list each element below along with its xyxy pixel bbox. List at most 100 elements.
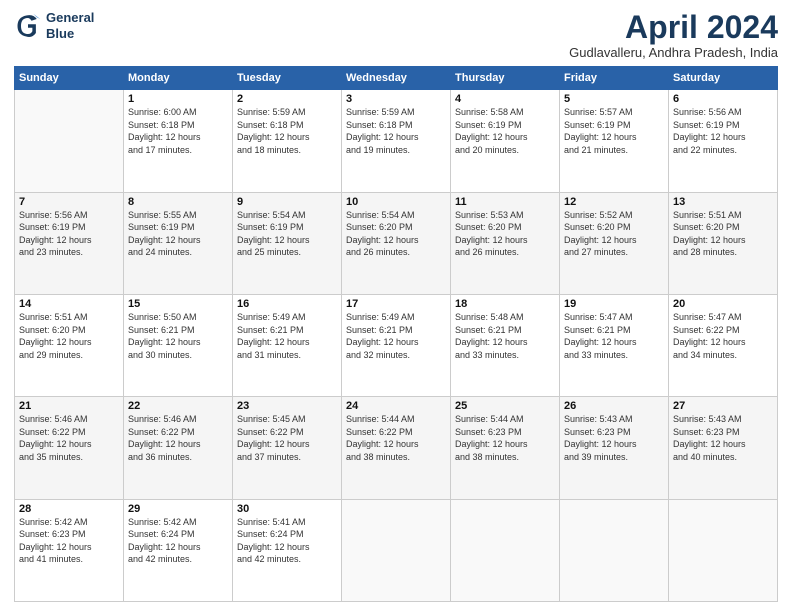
cell-info: Daylight: 12 hours bbox=[19, 438, 119, 451]
header-wednesday: Wednesday bbox=[342, 67, 451, 90]
table-row: 13Sunrise: 5:51 AMSunset: 6:20 PMDayligh… bbox=[669, 192, 778, 294]
cell-info: and 17 minutes. bbox=[128, 144, 228, 157]
cell-info: Sunrise: 5:47 AM bbox=[564, 311, 664, 324]
cell-info: Sunrise: 5:43 AM bbox=[564, 413, 664, 426]
header: GeneralBlue April 2024 Gudlavalleru, And… bbox=[14, 10, 778, 60]
cell-info: Daylight: 12 hours bbox=[673, 336, 773, 349]
cell-info: Sunset: 6:23 PM bbox=[673, 426, 773, 439]
calendar-week-row: 7Sunrise: 5:56 AMSunset: 6:19 PMDaylight… bbox=[15, 192, 778, 294]
day-number: 19 bbox=[564, 298, 664, 310]
cell-info: and 28 minutes. bbox=[673, 246, 773, 259]
cell-info: and 19 minutes. bbox=[346, 144, 446, 157]
table-row: 22Sunrise: 5:46 AMSunset: 6:22 PMDayligh… bbox=[124, 397, 233, 499]
cell-info: Daylight: 12 hours bbox=[128, 336, 228, 349]
table-row: 7Sunrise: 5:56 AMSunset: 6:19 PMDaylight… bbox=[15, 192, 124, 294]
table-row: 30Sunrise: 5:41 AMSunset: 6:24 PMDayligh… bbox=[233, 499, 342, 601]
table-row: 12Sunrise: 5:52 AMSunset: 6:20 PMDayligh… bbox=[560, 192, 669, 294]
cell-info: and 26 minutes. bbox=[455, 246, 555, 259]
cell-info: Sunset: 6:23 PM bbox=[19, 528, 119, 541]
cell-info: Daylight: 12 hours bbox=[564, 336, 664, 349]
cell-info: and 34 minutes. bbox=[673, 349, 773, 362]
cell-info: Sunrise: 5:53 AM bbox=[455, 209, 555, 222]
cell-info: Daylight: 12 hours bbox=[237, 541, 337, 554]
table-row: 17Sunrise: 5:49 AMSunset: 6:21 PMDayligh… bbox=[342, 294, 451, 396]
cell-info: Sunset: 6:22 PM bbox=[346, 426, 446, 439]
table-row: 27Sunrise: 5:43 AMSunset: 6:23 PMDayligh… bbox=[669, 397, 778, 499]
cell-info: and 27 minutes. bbox=[564, 246, 664, 259]
day-number: 22 bbox=[128, 400, 228, 412]
cell-info: Sunset: 6:21 PM bbox=[455, 324, 555, 337]
header-sunday: Sunday bbox=[15, 67, 124, 90]
cell-info: Sunset: 6:24 PM bbox=[237, 528, 337, 541]
cell-info: and 18 minutes. bbox=[237, 144, 337, 157]
cell-info: and 23 minutes. bbox=[19, 246, 119, 259]
day-number: 17 bbox=[346, 298, 446, 310]
cell-info: Daylight: 12 hours bbox=[19, 234, 119, 247]
table-row: 11Sunrise: 5:53 AMSunset: 6:20 PMDayligh… bbox=[451, 192, 560, 294]
cell-info: Sunrise: 5:43 AM bbox=[673, 413, 773, 426]
cell-info: Sunset: 6:19 PM bbox=[19, 221, 119, 234]
cell-info: Sunrise: 5:54 AM bbox=[237, 209, 337, 222]
cell-info: Sunset: 6:21 PM bbox=[564, 324, 664, 337]
cell-info: and 41 minutes. bbox=[19, 553, 119, 566]
day-number: 25 bbox=[455, 400, 555, 412]
cell-info: Daylight: 12 hours bbox=[564, 438, 664, 451]
day-number: 29 bbox=[128, 503, 228, 515]
day-number: 1 bbox=[128, 93, 228, 105]
table-row: 8Sunrise: 5:55 AMSunset: 6:19 PMDaylight… bbox=[124, 192, 233, 294]
cell-info: Sunset: 6:23 PM bbox=[564, 426, 664, 439]
day-number: 6 bbox=[673, 93, 773, 105]
location: Gudlavalleru, Andhra Pradesh, India bbox=[569, 45, 778, 60]
cell-info: Sunrise: 5:56 AM bbox=[19, 209, 119, 222]
cell-info: Sunrise: 5:50 AM bbox=[128, 311, 228, 324]
table-row: 3Sunrise: 5:59 AMSunset: 6:18 PMDaylight… bbox=[342, 90, 451, 192]
cell-info: Sunset: 6:21 PM bbox=[346, 324, 446, 337]
cell-info: Daylight: 12 hours bbox=[19, 336, 119, 349]
calendar-table: Sunday Monday Tuesday Wednesday Thursday… bbox=[14, 66, 778, 602]
cell-info: Sunset: 6:22 PM bbox=[237, 426, 337, 439]
table-row: 18Sunrise: 5:48 AMSunset: 6:21 PMDayligh… bbox=[451, 294, 560, 396]
cell-info: Sunrise: 5:49 AM bbox=[346, 311, 446, 324]
cell-info: Daylight: 12 hours bbox=[128, 541, 228, 554]
cell-info: Sunrise: 5:56 AM bbox=[673, 106, 773, 119]
cell-info: and 33 minutes. bbox=[455, 349, 555, 362]
day-number: 10 bbox=[346, 196, 446, 208]
table-row: 6Sunrise: 5:56 AMSunset: 6:19 PMDaylight… bbox=[669, 90, 778, 192]
cell-info: Daylight: 12 hours bbox=[19, 541, 119, 554]
cell-info: Sunset: 6:19 PM bbox=[564, 119, 664, 132]
cell-info: Sunrise: 5:49 AM bbox=[237, 311, 337, 324]
cell-info: Sunrise: 5:51 AM bbox=[673, 209, 773, 222]
cell-info: Sunset: 6:19 PM bbox=[237, 221, 337, 234]
cell-info: Daylight: 12 hours bbox=[564, 234, 664, 247]
cell-info: Sunset: 6:23 PM bbox=[455, 426, 555, 439]
day-number: 4 bbox=[455, 93, 555, 105]
cell-info: and 38 minutes. bbox=[455, 451, 555, 464]
table-row: 16Sunrise: 5:49 AMSunset: 6:21 PMDayligh… bbox=[233, 294, 342, 396]
cell-info: and 36 minutes. bbox=[128, 451, 228, 464]
cell-info: and 26 minutes. bbox=[346, 246, 446, 259]
cell-info: Sunrise: 6:00 AM bbox=[128, 106, 228, 119]
cell-info: and 39 minutes. bbox=[564, 451, 664, 464]
cell-info: and 37 minutes. bbox=[237, 451, 337, 464]
cell-info: Sunset: 6:22 PM bbox=[19, 426, 119, 439]
cell-info: Daylight: 12 hours bbox=[673, 438, 773, 451]
cell-info: and 42 minutes. bbox=[237, 553, 337, 566]
table-row: 4Sunrise: 5:58 AMSunset: 6:19 PMDaylight… bbox=[451, 90, 560, 192]
cell-info: Sunset: 6:20 PM bbox=[346, 221, 446, 234]
cell-info: Daylight: 12 hours bbox=[237, 234, 337, 247]
day-number: 18 bbox=[455, 298, 555, 310]
header-friday: Friday bbox=[560, 67, 669, 90]
cell-info: Sunset: 6:21 PM bbox=[128, 324, 228, 337]
cell-info: Daylight: 12 hours bbox=[455, 438, 555, 451]
day-number: 16 bbox=[237, 298, 337, 310]
table-row: 15Sunrise: 5:50 AMSunset: 6:21 PMDayligh… bbox=[124, 294, 233, 396]
cell-info: Daylight: 12 hours bbox=[455, 131, 555, 144]
cell-info: and 20 minutes. bbox=[455, 144, 555, 157]
header-tuesday: Tuesday bbox=[233, 67, 342, 90]
header-saturday: Saturday bbox=[669, 67, 778, 90]
table-row: 26Sunrise: 5:43 AMSunset: 6:23 PMDayligh… bbox=[560, 397, 669, 499]
day-number: 26 bbox=[564, 400, 664, 412]
day-number: 15 bbox=[128, 298, 228, 310]
cell-info: and 42 minutes. bbox=[128, 553, 228, 566]
cell-info: Daylight: 12 hours bbox=[455, 234, 555, 247]
